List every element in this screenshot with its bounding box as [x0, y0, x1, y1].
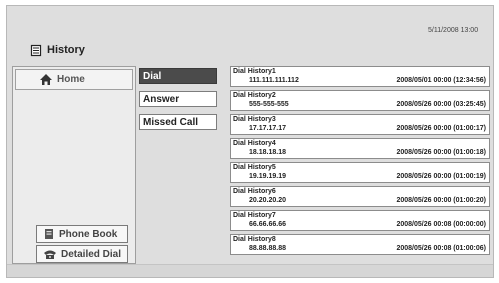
history-name: Dial History6	[233, 188, 276, 195]
folder-icon	[30, 44, 42, 57]
history-datetime: 2008/05/26 00:08 (00:00:00)	[396, 221, 486, 228]
history-number: 66.66.66.66	[249, 221, 286, 228]
tab-answer[interactable]: Answer	[139, 91, 217, 107]
page-header: History	[30, 42, 85, 58]
detailed-dial-button[interactable]: Detailed Dial	[36, 245, 128, 263]
history-datetime: 2008/05/26 00:00 (01:00:19)	[396, 173, 486, 180]
history-list: Dial History1 111.111.111.112 2008/05/01…	[230, 66, 492, 264]
history-number: 111.111.111.112	[249, 77, 299, 84]
tab-dial[interactable]: Dial	[139, 68, 217, 84]
history-row[interactable]: Dial History6 20.20.20.20 2008/05/26 00:…	[230, 186, 490, 207]
history-datetime: 2008/05/26 00:00 (01:00:18)	[396, 149, 486, 156]
phone-dial-icon	[43, 248, 57, 260]
history-datetime: 2008/05/26 00:00 (01:00:17)	[396, 125, 486, 132]
history-number: 555-555-555	[249, 101, 289, 108]
history-number: 18.18.18.18	[249, 149, 286, 156]
detailed-dial-label: Detailed Dial	[61, 248, 122, 260]
history-row[interactable]: Dial History2 555-555-555 2008/05/26 00:…	[230, 90, 490, 111]
history-datetime: 2008/05/01 00:00 (12:34:56)	[396, 77, 486, 84]
tab-missed-call[interactable]: Missed Call	[139, 114, 217, 130]
history-name: Dial History3	[233, 116, 276, 123]
history-row[interactable]: Dial History5 19.19.19.19 2008/05/26 00:…	[230, 162, 490, 183]
phone-book-button[interactable]: Phone Book	[36, 225, 128, 243]
history-name: Dial History7	[233, 212, 276, 219]
bottom-bar	[7, 264, 493, 277]
history-name: Dial History2	[233, 92, 276, 99]
history-number: 88.88.88.88	[249, 245, 286, 252]
home-button-label: Home	[57, 74, 85, 85]
history-row[interactable]: Dial History7 66.66.66.66 2008/05/26 00:…	[230, 210, 490, 231]
left-nav-panel: Home Phone Book Detailed Dial	[12, 66, 136, 264]
history-row[interactable]: Dial History8 88.88.88.88 2008/05/26 00:…	[230, 234, 490, 255]
history-row[interactable]: Dial History4 18.18.18.18 2008/05/26 00:…	[230, 138, 490, 159]
app-window: 5/11/2008 13:00 History Home Phone Book …	[6, 5, 494, 278]
status-datetime: 5/11/2008 13:00	[428, 27, 479, 34]
history-datetime: 2008/05/26 00:00 (01:00:20)	[396, 197, 486, 204]
history-datetime: 2008/05/26 00:08 (01:00:06)	[396, 245, 486, 252]
phone-book-label: Phone Book	[59, 228, 118, 240]
category-tabs: Dial Answer Missed Call	[137, 66, 229, 264]
history-name: Dial History4	[233, 140, 276, 147]
history-number: 19.19.19.19	[249, 173, 286, 180]
history-datetime: 2008/05/26 00:00 (03:25:45)	[396, 101, 486, 108]
history-number: 17.17.17.17	[249, 125, 286, 132]
home-button[interactable]: Home	[15, 69, 133, 90]
page-title: History	[47, 44, 85, 56]
home-icon	[39, 73, 53, 86]
history-row[interactable]: Dial History1 111.111.111.112 2008/05/01…	[230, 66, 490, 87]
history-name: Dial History1	[233, 68, 276, 75]
history-name: Dial History5	[233, 164, 276, 171]
history-row[interactable]: Dial History3 17.17.17.17 2008/05/26 00:…	[230, 114, 490, 135]
phone-book-icon	[43, 228, 55, 240]
history-number: 20.20.20.20	[249, 197, 286, 204]
screen: 5/11/2008 13:00 History Home Phone Book …	[0, 0, 499, 283]
history-name: Dial History8	[233, 236, 276, 243]
